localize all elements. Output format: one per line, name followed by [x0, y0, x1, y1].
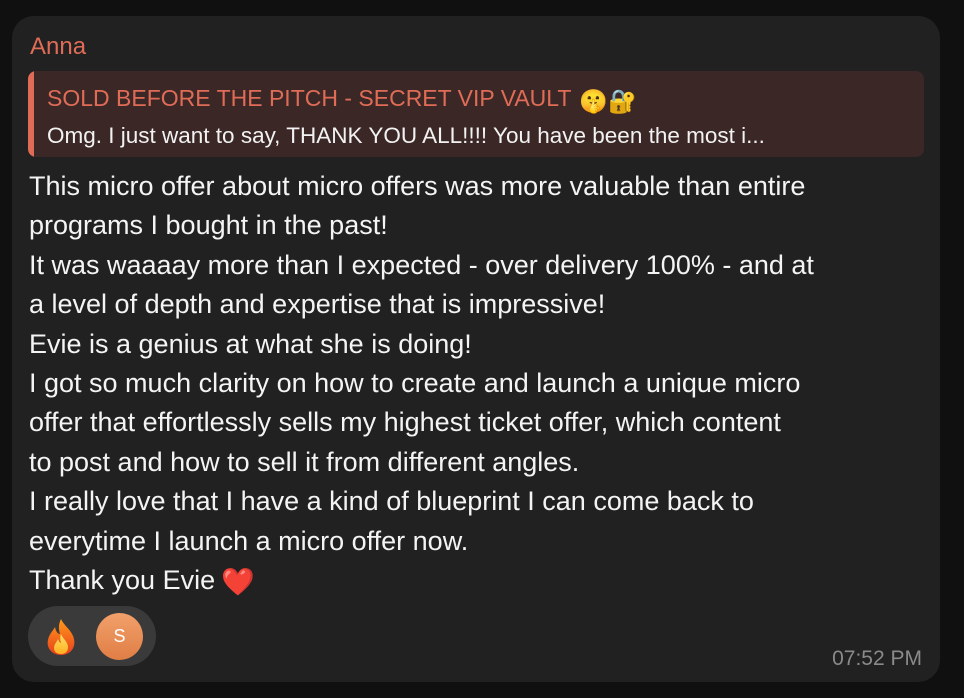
- reply-title-text: SOLD BEFORE THE PITCH - SECRET VIP VAULT: [47, 85, 572, 111]
- message-line: everytime I launch a micro offer now.: [29, 525, 469, 556]
- reply-title: SOLD BEFORE THE PITCH - SECRET VIP VAULT…: [47, 83, 637, 116]
- message-line: offer that effortlessly sells my highest…: [29, 407, 781, 438]
- message-bubble[interactable]: Anna SOLD BEFORE THE PITCH - SECRET VIP …: [12, 16, 940, 682]
- message-last-line: Thank you Evie ❤️: [29, 561, 929, 602]
- message-line: Evie is a genius at what she is doing!: [29, 328, 472, 359]
- message-line: programs I bought in the past!: [29, 210, 388, 241]
- message-line: I got so much clarity on how to create a…: [29, 368, 801, 399]
- message-line: to post and how to sell it from differen…: [29, 446, 580, 477]
- reply-preview-text: Omg. I just want to say, THANK YOU ALL!!…: [47, 123, 765, 148]
- message-line: I really love that I have a kind of blue…: [29, 486, 754, 517]
- reply-quote[interactable]: SOLD BEFORE THE PITCH - SECRET VIP VAULT…: [28, 71, 924, 157]
- sender-name[interactable]: Anna: [30, 33, 86, 61]
- message-line: a level of depth and expertise that is i…: [29, 289, 606, 320]
- heart-emoji: ❤️: [221, 567, 255, 598]
- message-timestamp: 07:52 PM: [832, 647, 922, 670]
- message-text: This micro offer about micro offers was …: [29, 167, 929, 602]
- reactor-avatar[interactable]: S: [96, 613, 143, 660]
- reaction-pill[interactable]: S: [28, 606, 156, 666]
- reply-title-emoji: 🤫🔐: [579, 88, 637, 114]
- message-line: This micro offer about micro offers was …: [29, 171, 806, 201]
- reply-accent-bar: [28, 71, 34, 157]
- fire-icon: [47, 619, 75, 655]
- message-line: It was waaaay more than I expected - ove…: [29, 249, 814, 280]
- message-line: Thank you Evie: [29, 565, 216, 596]
